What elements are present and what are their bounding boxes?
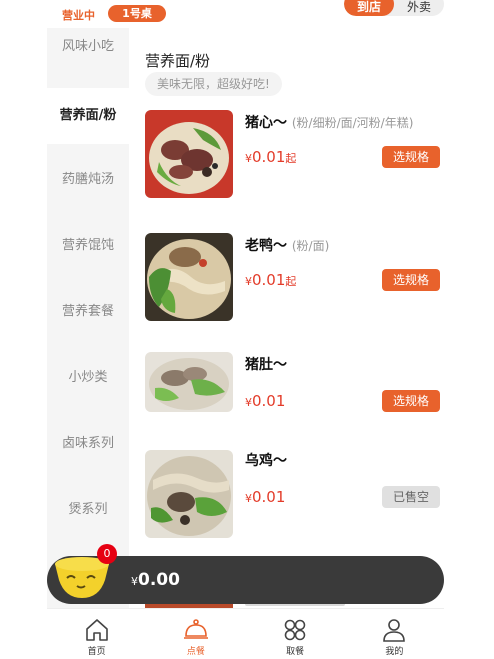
currency-symbol: ¥ — [245, 152, 252, 165]
product-name-row: 猪肚～ — [245, 354, 287, 374]
product-image — [145, 450, 233, 538]
product-name: 猪肚～ — [245, 357, 287, 373]
select-spec-button[interactable]: 选规格 — [382, 390, 440, 412]
select-spec-button[interactable]: 选规格 — [382, 146, 440, 168]
product-price: ¥0.01起 — [245, 148, 296, 166]
category-item[interactable]: 药膳炖汤 — [47, 155, 129, 205]
tab-pickup[interactable]: 取餐 — [246, 609, 345, 659]
sold-out-button: 已售空 — [382, 486, 440, 508]
cart-total-value: 0.00 — [138, 570, 180, 590]
product-item[interactable]: 老鸭～ (粉/面) ¥0.01起 选规格 — [145, 233, 445, 323]
product-price: ¥0.01 — [245, 488, 285, 506]
cart-count-badge: 0 — [97, 544, 117, 564]
price-value: 0.01 — [252, 271, 286, 289]
tab-label: 我的 — [385, 647, 404, 657]
price-suffix: 起 — [285, 275, 297, 288]
product-spec: (粉/细粉/面/河粉/年糕) — [291, 116, 414, 130]
mode-takeaway[interactable]: 外卖 — [394, 0, 444, 16]
order-mode-toggle[interactable]: 到店 外卖 — [344, 0, 444, 16]
top-bar: 营业中 1号桌 到店 外卖 — [0, 0, 494, 28]
tab-profile[interactable]: 我的 — [345, 609, 444, 659]
cloche-icon — [183, 619, 208, 639]
product-name-row: 乌鸡～ — [245, 450, 287, 470]
currency-symbol: ¥ — [245, 492, 252, 505]
price-value: 0.01 — [252, 148, 286, 166]
select-spec-button[interactable]: 选规格 — [382, 269, 440, 291]
section-subtitle: 美味无限，超级好吃! — [145, 72, 282, 96]
tab-label: 点餐 — [186, 647, 205, 657]
category-item[interactable]: 煲系列 — [47, 485, 129, 535]
product-name: 乌鸡～ — [245, 453, 287, 469]
product-name: 老鸭～ — [245, 238, 287, 254]
bottom-tab-bar: 首页 点餐 取餐 我的 — [47, 608, 444, 659]
price-value: 0.01 — [252, 488, 286, 506]
product-price: ¥0.01起 — [245, 271, 296, 289]
product-image — [145, 110, 233, 198]
currency-symbol: ¥ — [131, 575, 138, 588]
product-name: 猪心～ — [245, 115, 287, 131]
section-title: 营养面/粉 — [145, 52, 211, 70]
tab-label: 首页 — [87, 647, 106, 657]
price-value: 0.01 — [252, 392, 286, 410]
price-suffix: 起 — [285, 152, 297, 165]
product-item[interactable]: 猪心～ (粉/细粉/面/河粉/年糕) ¥0.01起 选规格 — [145, 110, 445, 200]
category-item[interactable]: 卤味系列 — [47, 419, 129, 469]
category-item[interactable]: 营养馄饨 — [47, 221, 129, 271]
mode-dine-in[interactable]: 到店 — [344, 0, 394, 16]
product-name-row: 猪心～ (粉/细粉/面/河粉/年糕) — [245, 112, 413, 132]
category-item[interactable]: 小炒类 — [47, 353, 129, 403]
currency-symbol: ¥ — [245, 396, 252, 409]
grid-icon — [284, 619, 306, 641]
cart-total: ¥0.00 — [131, 570, 180, 590]
tab-order[interactable]: 点餐 — [146, 609, 245, 659]
product-name-row: 老鸭～ (粉/面) — [245, 235, 329, 255]
category-item[interactable]: 营养套餐 — [47, 287, 129, 337]
table-badge: 1号桌 — [108, 5, 166, 22]
tab-home[interactable]: 首页 — [47, 609, 146, 659]
category-sidebar: 风味小吃 营养面/粉 药膳炖汤 营养馄饨 营养套餐 小炒类 卤味系列 煲系列 — [47, 28, 129, 608]
business-status: 营业中 — [62, 9, 95, 22]
product-item[interactable]: 乌鸡～ ¥0.01 已售空 — [145, 448, 445, 538]
currency-symbol: ¥ — [245, 275, 252, 288]
cart-bar[interactable]: 0 ¥0.00 — [47, 544, 444, 604]
category-item[interactable]: 风味小吃 — [47, 28, 129, 76]
tab-label: 取餐 — [286, 647, 305, 657]
product-item[interactable]: 猪肚～ ¥0.01 选规格 — [145, 352, 445, 442]
product-spec: (粉/面) — [291, 239, 330, 253]
product-price: ¥0.01 — [245, 392, 285, 410]
user-icon — [383, 619, 406, 642]
category-item-active[interactable]: 营养面/粉 — [47, 88, 129, 144]
product-image — [145, 352, 233, 412]
product-image — [145, 233, 233, 321]
home-icon — [85, 619, 108, 641]
